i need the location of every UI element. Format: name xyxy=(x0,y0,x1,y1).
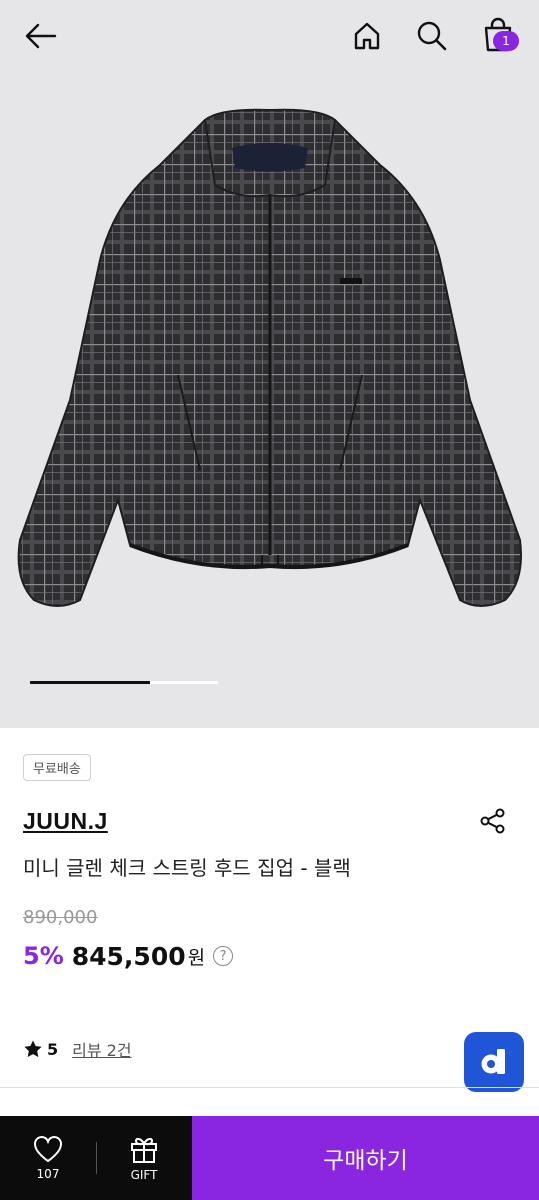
share-icon xyxy=(480,808,505,834)
buy-button[interactable]: 구매하기 xyxy=(192,1116,539,1200)
gift-icon xyxy=(131,1137,157,1163)
product-jacket-image xyxy=(17,108,522,607)
price-row: 5% 845,500 원 ? xyxy=(23,936,234,976)
free-shipping-badge: 무료배송 xyxy=(23,754,91,781)
product-image-gallery[interactable] xyxy=(0,72,539,728)
bottom-action-bar: 107 GIFT 구매하기 xyxy=(0,1116,539,1200)
sale-price: 845,500 xyxy=(71,941,186,971)
floating-d-button[interactable] xyxy=(464,1032,524,1092)
currency-unit: 원 xyxy=(187,946,206,969)
rating-row: 5 리뷰 2건 xyxy=(23,1036,132,1062)
gift-button[interactable]: GIFT xyxy=(96,1116,192,1200)
search-button[interactable] xyxy=(410,14,454,58)
like-count: 107 xyxy=(36,1167,60,1181)
top-bar: 1 xyxy=(0,0,539,72)
back-button[interactable] xyxy=(18,14,62,58)
share-button[interactable] xyxy=(474,802,512,840)
section-divider xyxy=(0,1087,539,1088)
search-icon xyxy=(417,21,447,51)
back-arrow-icon xyxy=(25,23,57,49)
price-help-icon[interactable]: ? xyxy=(213,946,234,966)
gallery-progress-bar xyxy=(30,681,218,684)
like-button[interactable]: 107 xyxy=(0,1116,96,1200)
product-title: 미니 글렌 체크 스트링 후드 집업 - 블랙 xyxy=(23,856,351,880)
rating-value: 5 xyxy=(47,1039,59,1059)
home-icon xyxy=(354,22,380,50)
brand-link[interactable]: JUUN.J xyxy=(23,808,108,835)
discount-rate: 5% xyxy=(23,942,64,970)
gallery-progress-fill xyxy=(30,681,151,684)
d-logo-icon xyxy=(481,1049,505,1074)
cart-count-badge: 1 xyxy=(493,31,519,51)
heart-icon xyxy=(34,1136,62,1163)
star-icon xyxy=(24,1040,42,1057)
home-button[interactable] xyxy=(345,14,389,58)
original-price: 890,000 xyxy=(23,907,98,928)
gift-label: GIFT xyxy=(130,1168,158,1182)
review-count-link[interactable]: 리뷰 2건 xyxy=(72,1037,131,1061)
